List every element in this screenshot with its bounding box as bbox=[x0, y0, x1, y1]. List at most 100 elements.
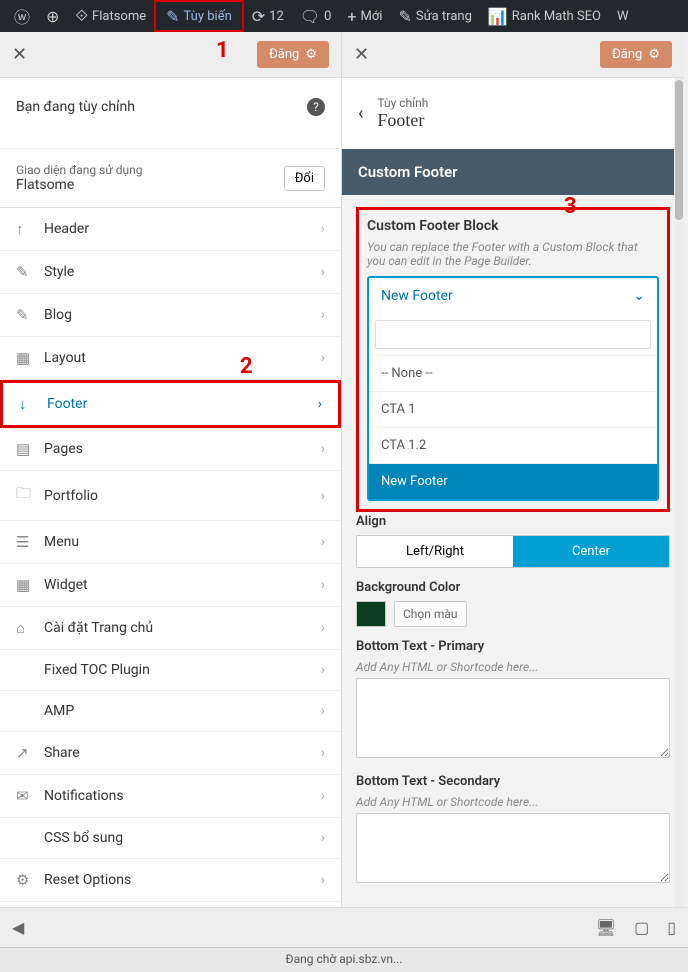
select-current[interactable]: New Footer ⌄ bbox=[369, 278, 657, 314]
publish-button[interactable]: Đăng ⚙ bbox=[257, 41, 329, 68]
chevron-right-icon: › bbox=[321, 350, 325, 366]
menu-label: Layout bbox=[44, 350, 86, 366]
comments-link[interactable]: 🗨0 bbox=[292, 0, 340, 32]
menu-item-amp[interactable]: AMP› bbox=[0, 691, 341, 732]
chevron-right-icon: › bbox=[318, 396, 322, 412]
flatsome-label: Flatsome bbox=[92, 9, 146, 24]
chevron-right-icon: › bbox=[321, 441, 325, 457]
menu-label: Menu bbox=[44, 534, 79, 550]
customizing-row: Bạn đang tùy chỉnh ? bbox=[0, 78, 341, 136]
publish-label-right: Đăng bbox=[612, 47, 642, 62]
color-pick-button[interactable]: Chọn màu bbox=[394, 601, 467, 627]
edit-link[interactable]: ✎Sửa trang bbox=[390, 0, 479, 32]
menu-item-pages[interactable]: ▤Pages› bbox=[0, 428, 341, 471]
menu-icon: ✉ bbox=[16, 787, 34, 805]
mobile-icon[interactable]: ▯ bbox=[667, 918, 676, 937]
publish-label: Đăng bbox=[269, 47, 299, 62]
w-link[interactable]: W bbox=[609, 0, 637, 32]
menu-label: CSS bổ sung bbox=[44, 830, 123, 846]
menu-item-widget[interactable]: ▦Widget› bbox=[0, 564, 341, 607]
chevron-right-icon: › bbox=[321, 872, 325, 888]
menu-item-layout[interactable]: ▦Layout› bbox=[0, 337, 341, 380]
annotation-3: 3 bbox=[564, 194, 577, 219]
close-button[interactable]: ✕ bbox=[12, 44, 27, 65]
menu-label: AMP bbox=[44, 703, 74, 719]
menu-item-cài-đặt-trang-chủ[interactable]: ⌂Cài đặt Trang chủ› bbox=[0, 607, 341, 650]
menu-item-menu[interactable]: ☰Menu› bbox=[0, 521, 341, 564]
menu-label: Cài đặt Trang chủ bbox=[44, 620, 153, 636]
chevron-right-icon: › bbox=[321, 264, 325, 280]
custom-footer-block: Custom Footer Block You can replace the … bbox=[356, 207, 670, 512]
menu-label: Notifications bbox=[44, 788, 124, 804]
customizer-sub-panel: ✕ Đăng⚙ ‹ Tùy chỉnh Footer Custom Footer… bbox=[342, 32, 684, 972]
align-left-button[interactable]: Left/Right bbox=[357, 536, 513, 567]
updates-link[interactable]: ⟳12 bbox=[244, 0, 292, 32]
wordpress-icon: ⓦ bbox=[14, 4, 30, 28]
menu-label: Style bbox=[44, 264, 74, 280]
menu-item-share[interactable]: ↗Share› bbox=[0, 732, 341, 775]
align-label-cut: Align bbox=[356, 514, 670, 529]
select-option[interactable]: -- None -- bbox=[369, 355, 657, 391]
chevron-right-icon: › bbox=[321, 307, 325, 323]
select-search-input[interactable] bbox=[375, 320, 651, 349]
menu-icon: 🗀 bbox=[16, 483, 34, 508]
customize-link[interactable]: ✎Tùy biến bbox=[154, 0, 244, 32]
wp-logo[interactable]: ⓦ bbox=[6, 0, 38, 32]
menu-item-portfolio[interactable]: 🗀Portfolio› bbox=[0, 471, 341, 521]
footer-block-select[interactable]: New Footer ⌄ -- None --CTA 1CTA 1.2New F… bbox=[367, 276, 659, 501]
menu-item-footer[interactable]: ↓Footer› bbox=[0, 380, 341, 428]
menu-item-blog[interactable]: ✎Blog› bbox=[0, 294, 341, 337]
select-option[interactable]: CTA 1.2 bbox=[369, 427, 657, 463]
menu-icon: ▤ bbox=[16, 440, 34, 458]
tablet-icon[interactable]: ▢ bbox=[634, 918, 649, 937]
desktop-icon[interactable]: 🖥 bbox=[596, 918, 616, 937]
select-option[interactable]: CTA 1 bbox=[369, 391, 657, 427]
publish-button-right[interactable]: Đăng⚙ bbox=[600, 41, 672, 68]
color-swatch[interactable] bbox=[356, 601, 386, 627]
bottom-text-secondary-label: Bottom Text - Secondary bbox=[356, 774, 670, 789]
menu-label: Widget bbox=[44, 577, 88, 593]
rankmath-label: Rank Math SEO bbox=[512, 9, 601, 24]
dashboard-icon: ⊕ bbox=[46, 7, 59, 26]
menu-item-style[interactable]: ✎Style› bbox=[0, 251, 341, 294]
scrollbar[interactable] bbox=[674, 78, 684, 972]
help-icon[interactable]: ? bbox=[307, 98, 325, 116]
rankmath-link[interactable]: 📊 Rank Math SEO bbox=[480, 0, 609, 32]
align-toggle: Left/Right Center bbox=[356, 535, 670, 568]
menu-icon: ↑ bbox=[16, 220, 34, 238]
select-option[interactable]: New Footer bbox=[369, 463, 657, 499]
bottom-text-primary-input[interactable] bbox=[356, 678, 670, 758]
menu-icon: ↗ bbox=[16, 744, 34, 762]
new-link[interactable]: +Mới bbox=[339, 0, 390, 32]
menu-icon: ⚙ bbox=[16, 871, 34, 889]
chart-icon: 📊 bbox=[488, 7, 508, 26]
w-label: W bbox=[617, 9, 629, 24]
bottom-text-secondary-input[interactable] bbox=[356, 813, 670, 883]
flatsome-link[interactable]: ⟐ Flatsome bbox=[67, 0, 154, 32]
menu-label: Footer bbox=[47, 396, 87, 412]
theme-name: Flatsome bbox=[16, 177, 142, 193]
menu-item-notifications[interactable]: ✉Notifications› bbox=[0, 775, 341, 818]
menu-label: Share bbox=[44, 745, 80, 761]
menu-item-reset-options[interactable]: ⚙Reset Options› bbox=[0, 859, 341, 902]
section-label: Custom Footer bbox=[342, 149, 684, 195]
menu-item-header[interactable]: ↑Header› bbox=[0, 208, 341, 251]
collapse-icon[interactable]: ◀ bbox=[12, 918, 24, 937]
section-title: Footer bbox=[377, 110, 428, 131]
block-description: You can replace the Footer with a Custom… bbox=[367, 240, 659, 268]
scrollbar-thumb[interactable] bbox=[675, 80, 683, 220]
change-theme-button[interactable]: Đổi bbox=[284, 166, 325, 191]
site-icon[interactable]: ⊕ bbox=[38, 0, 67, 32]
new-label: Mới bbox=[361, 9, 383, 24]
align-center-button[interactable]: Center bbox=[513, 536, 669, 567]
menu-icon: ☰ bbox=[16, 533, 34, 551]
customizing-text: Bạn đang tùy chỉnh bbox=[16, 99, 135, 115]
section-header: ‹ Tùy chỉnh Footer bbox=[342, 78, 684, 149]
browser-status-bar: Đang chờ api.sbz.vn... bbox=[0, 947, 688, 972]
back-button[interactable]: ‹ bbox=[358, 103, 363, 124]
gear-icon: ⚙ bbox=[305, 47, 317, 62]
menu-item-css-bổ-sung[interactable]: CSS bổ sung› bbox=[0, 818, 341, 859]
menu-item-fixed-toc-plugin[interactable]: Fixed TOC Plugin› bbox=[0, 650, 341, 691]
close-button-right[interactable]: ✕ bbox=[354, 44, 369, 65]
flatsome-icon: ⟐ bbox=[75, 6, 88, 26]
